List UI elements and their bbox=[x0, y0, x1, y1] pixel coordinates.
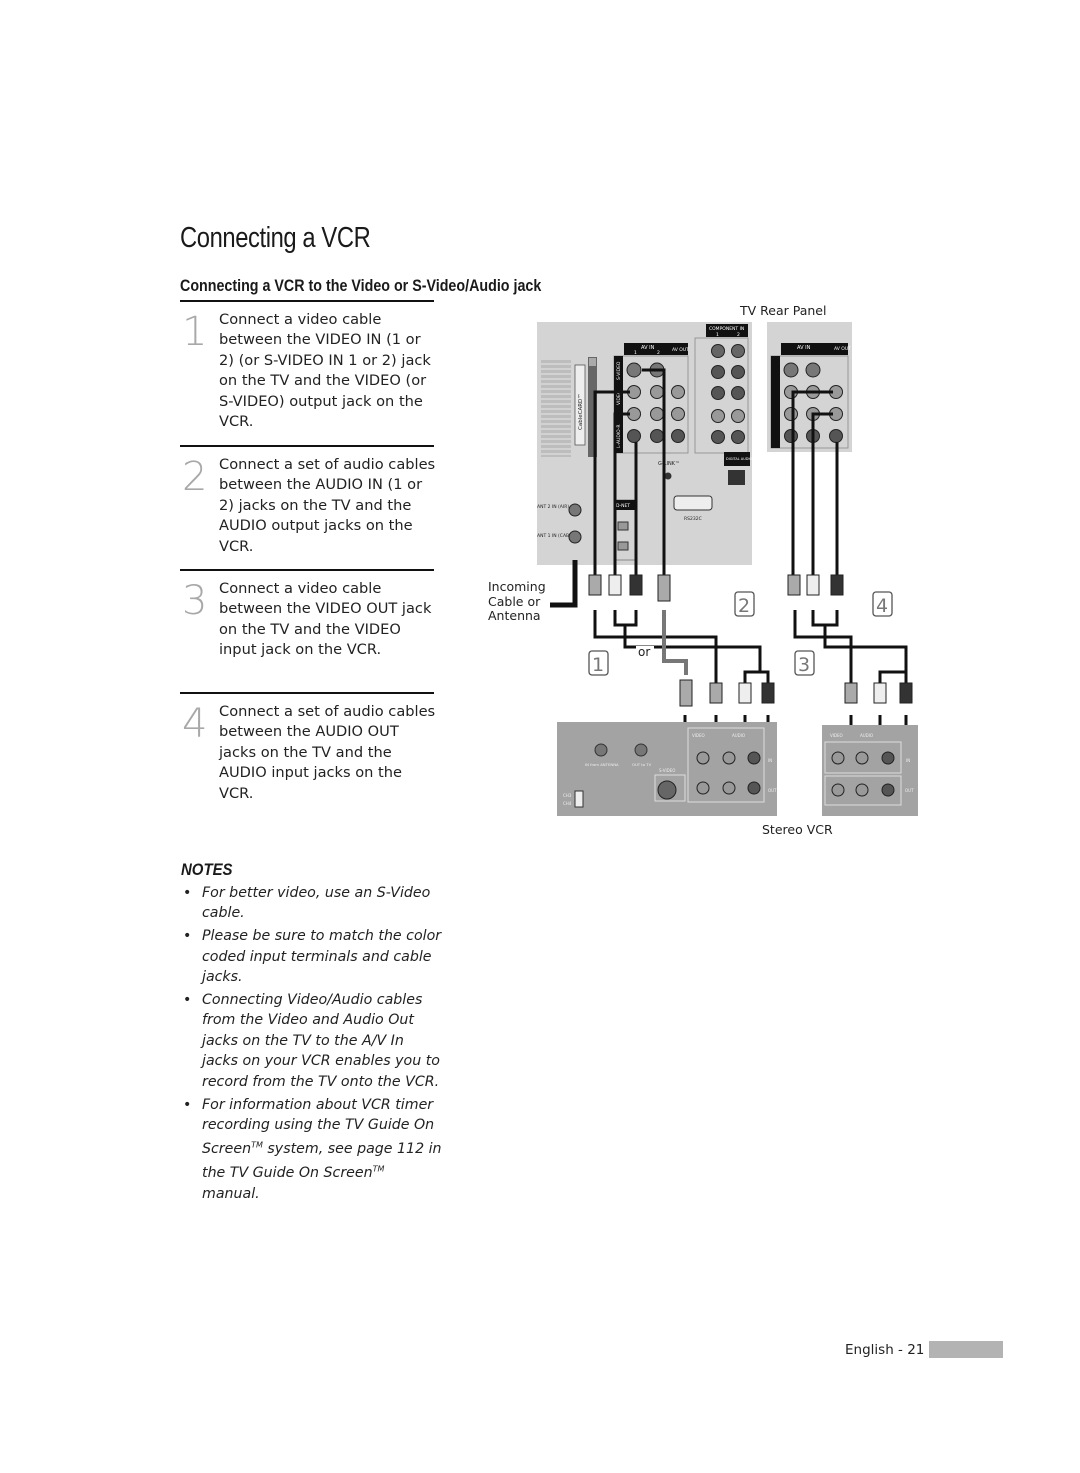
rs232c-label: RS232C bbox=[684, 516, 702, 522]
audio-label: AUDIO bbox=[732, 733, 745, 738]
page-number: English - 21 bbox=[845, 1342, 925, 1358]
av-col-label: 2 bbox=[657, 350, 660, 356]
callout-2: 2 bbox=[738, 595, 750, 617]
in-label: IN bbox=[906, 758, 910, 763]
or-label: or bbox=[638, 645, 650, 659]
footer-bar bbox=[929, 1341, 1003, 1358]
ch4-label: CH4 bbox=[563, 801, 572, 806]
vent-grille bbox=[541, 360, 571, 457]
out-label: OUT bbox=[905, 788, 914, 793]
av-out-label: AV OUT bbox=[672, 347, 689, 353]
av-out-label: AV OUT bbox=[834, 346, 851, 352]
cablecard-label: CableCARD™ bbox=[577, 393, 584, 430]
s-video-label: S-VIDEO bbox=[659, 768, 675, 773]
row-label: S-VIDEO bbox=[616, 361, 622, 380]
callout-4: 4 bbox=[876, 595, 888, 617]
connection-diagram: CableCARD™ AV IN 1 2 AV OUT S-VIDEO VIDE… bbox=[537, 322, 918, 816]
out-label: OUT bbox=[768, 788, 777, 793]
g-link-label: G-LINK™ bbox=[658, 461, 680, 467]
in-label: IN bbox=[768, 758, 772, 763]
vcr-rear-panel: IN from ANTENNA OUT to TV S-VIDEO VIDEO … bbox=[557, 722, 777, 816]
stereo-vcr-panel: VIDEO AUDIO IN OUT bbox=[822, 725, 918, 816]
av-col-label: 1 bbox=[634, 350, 637, 356]
callout-3: 3 bbox=[798, 654, 810, 676]
video-label: VIDEO bbox=[692, 733, 705, 738]
component-col-label: 1 bbox=[716, 332, 719, 338]
digital-audio-out-label: DIGITAL AUDIO OUT (OPTICAL) bbox=[726, 457, 780, 461]
out-to-tv-label: OUT to TV bbox=[632, 762, 652, 767]
component-in-label: COMPONENT IN bbox=[709, 326, 744, 332]
video-label: VIDEO bbox=[830, 733, 843, 738]
optical-port bbox=[728, 470, 745, 485]
tv-rear-panel: CableCARD™ AV IN 1 2 AV OUT S-VIDEO VIDE… bbox=[537, 322, 852, 565]
audio-label: AUDIO bbox=[860, 733, 873, 738]
rs232c-port bbox=[673, 495, 713, 511]
av-in-label: AV IN bbox=[641, 345, 655, 351]
av-in-label: AV IN bbox=[797, 345, 811, 351]
ant2-label: ANT 2 IN (AIR) bbox=[537, 504, 569, 510]
dnet-label: D-NET bbox=[616, 503, 630, 509]
row-label: L-AUDIO-R bbox=[616, 424, 622, 448]
callout-1: 1 bbox=[592, 654, 604, 676]
component-col-label: 2 bbox=[737, 332, 740, 338]
in-from-antenna-label: IN from ANTENNA bbox=[585, 762, 619, 767]
ch3-label: CH3 bbox=[563, 793, 572, 798]
